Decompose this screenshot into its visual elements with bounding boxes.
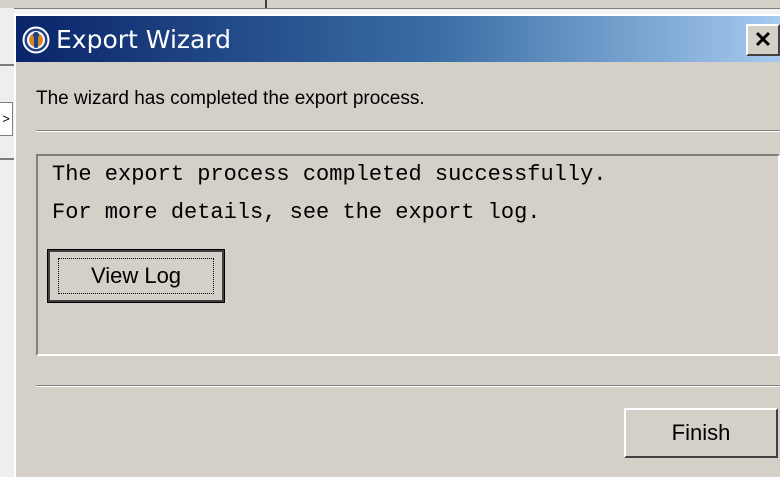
view-log-button[interactable]: View Log [47,249,225,303]
close-icon: ✕ [753,27,773,52]
background-rule [0,64,14,66]
background-divider [265,0,267,8]
result-panel: The export process completed successfull… [36,154,780,356]
dialog-title: Export Wizard [56,25,232,54]
export-wizard-dialog: Export Wizard ✕ The wizard has completed… [14,14,780,477]
background-arrow-button[interactable]: > [0,102,13,136]
result-line-1: The export process completed successfull… [52,162,607,187]
completion-message: The wizard has completed the export proc… [36,88,425,109]
result-line-2: For more details, see the export log. [52,200,541,225]
background-rule [0,158,14,160]
title-bar[interactable]: Export Wizard ✕ [16,16,780,62]
background-window-edge [0,0,780,9]
separator [36,130,780,132]
view-log-label: View Log [58,258,214,294]
close-button[interactable]: ✕ [746,24,780,56]
separator [36,385,780,387]
background-panel: > [0,8,14,477]
finish-button[interactable]: Finish [624,408,778,458]
wizard-app-icon [22,26,50,54]
